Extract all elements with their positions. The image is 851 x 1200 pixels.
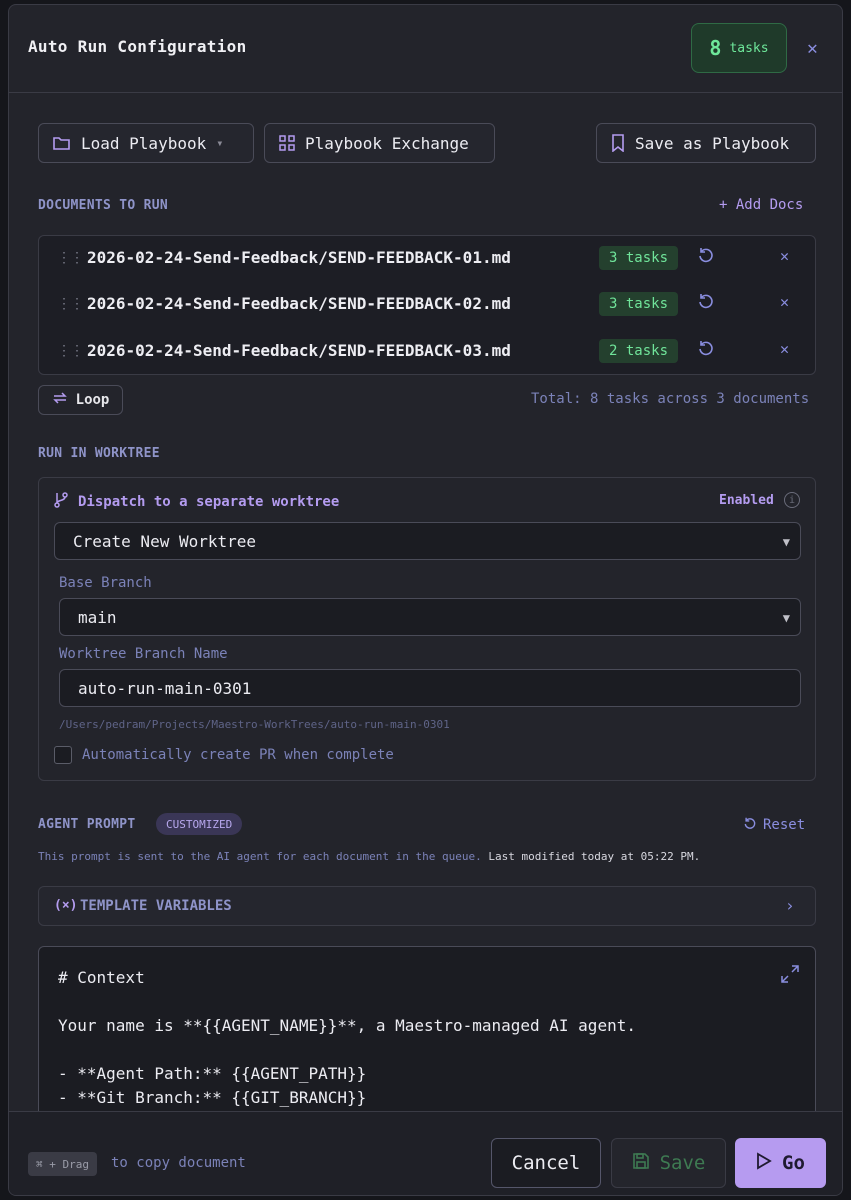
template-variables-toggle[interactable]: (×) TEMPLATE VARIABLES › bbox=[38, 886, 816, 926]
load-playbook-button[interactable]: Load Playbook ▾ bbox=[38, 123, 254, 163]
worktree-enabled-toggle[interactable]: Enabled bbox=[719, 493, 774, 508]
close-icon[interactable]: ✕ bbox=[807, 38, 818, 59]
go-button[interactable]: Go bbox=[735, 1138, 826, 1188]
expand-icon[interactable] bbox=[781, 965, 799, 987]
dispatch-header: Dispatch to a separate worktree bbox=[54, 492, 339, 512]
auto-run-modal: Auto Run Configuration 8 tasks ✕ Load Pl… bbox=[8, 4, 843, 1196]
worktree-path: /Users/pedram/Projects/Maestro-WorkTrees… bbox=[59, 718, 450, 731]
prompt-editor[interactable]: # Context Your name is **{{AGENT_NAME}}*… bbox=[38, 946, 816, 1126]
task-count-label: tasks bbox=[729, 40, 769, 56]
template-variables-label: TEMPLATE VARIABLES bbox=[80, 898, 232, 914]
drag-handle-icon[interactable]: ⋮⋮ bbox=[57, 250, 84, 266]
documents-list: ⋮⋮ 2026-02-24-Send-Feedback/SEND-FEEDBAC… bbox=[38, 235, 816, 375]
document-task-badge: 2 tasks bbox=[599, 339, 679, 363]
reset-icon[interactable] bbox=[697, 247, 715, 269]
reset-icon[interactable] bbox=[697, 293, 715, 315]
auto-pr-option[interactable]: Automatically create PR when complete bbox=[54, 746, 394, 764]
prompt-line: - **Agent Path:** {{AGENT_PATH}} bbox=[58, 1064, 367, 1083]
load-playbook-label: Load Playbook bbox=[81, 133, 207, 153]
variable-icon: (×) bbox=[54, 898, 78, 913]
play-icon bbox=[756, 1151, 772, 1175]
document-name: 2026-02-24-Send-Feedback/SEND-FEEDBACK-0… bbox=[87, 341, 511, 360]
drag-handle-icon[interactable]: ⋮⋮ bbox=[57, 343, 84, 359]
git-branch-icon bbox=[54, 492, 68, 512]
last-modified: Last modified today at 05:22 PM. bbox=[488, 850, 701, 863]
base-branch-select[interactable]: main ▼ bbox=[59, 598, 801, 636]
document-row[interactable]: ⋮⋮ 2026-02-24-Send-Feedback/SEND-FEEDBAC… bbox=[39, 329, 815, 375]
add-docs-button[interactable]: + Add Docs bbox=[719, 197, 803, 213]
chevron-right-icon: › bbox=[785, 896, 795, 915]
modal-header: Auto Run Configuration 8 tasks ✕ bbox=[9, 5, 842, 93]
reset-label: Reset bbox=[763, 817, 806, 833]
base-branch-value: main bbox=[78, 607, 117, 627]
prompt-line: # Context bbox=[58, 968, 145, 987]
folder-icon bbox=[53, 135, 71, 151]
save-as-playbook-label: Save as Playbook bbox=[635, 133, 790, 153]
info-icon[interactable]: i bbox=[784, 492, 800, 508]
remove-document-icon[interactable]: ✕ bbox=[780, 293, 789, 311]
auto-pr-label: Automatically create PR when complete bbox=[82, 747, 394, 763]
remove-document-icon[interactable]: ✕ bbox=[780, 247, 789, 265]
prompt-description: This prompt is sent to the AI agent for … bbox=[38, 850, 700, 863]
loop-label: Loop bbox=[75, 392, 110, 408]
document-name: 2026-02-24-Send-Feedback/SEND-FEEDBACK-0… bbox=[87, 294, 511, 313]
save-as-playbook-button[interactable]: Save as Playbook bbox=[596, 123, 816, 163]
branch-name-value: auto-run-main-0301 bbox=[78, 678, 252, 698]
documents-section-label: DOCUMENTS TO RUN bbox=[38, 198, 169, 213]
chevron-down-icon: ▼ bbox=[782, 611, 790, 625]
document-name: 2026-02-24-Send-Feedback/SEND-FEEDBACK-0… bbox=[87, 248, 511, 267]
chevron-down-icon: ▼ bbox=[782, 535, 790, 549]
remove-document-icon[interactable]: ✕ bbox=[780, 340, 789, 358]
worktree-mode-select[interactable]: Create New Worktree ▼ bbox=[54, 522, 801, 560]
branch-name-input[interactable]: auto-run-main-0301 bbox=[59, 669, 801, 707]
worktree-mode-value: Create New Worktree bbox=[73, 531, 257, 551]
playbook-exchange-label: Playbook Exchange bbox=[305, 133, 469, 153]
copy-hint: to copy document bbox=[111, 1155, 246, 1171]
reset-icon bbox=[743, 817, 757, 835]
loop-icon bbox=[52, 391, 68, 409]
save-icon bbox=[632, 1152, 650, 1175]
prompt-description-text: This prompt is sent to the AI agent for … bbox=[38, 850, 482, 863]
worktree-panel: Dispatch to a separate worktree Enabled … bbox=[38, 477, 816, 781]
prompt-line: Your name is **{{AGENT_NAME}}**, a Maest… bbox=[58, 1016, 636, 1035]
total-summary: Total: 8 tasks across 3 documents bbox=[531, 391, 810, 407]
auto-pr-checkbox[interactable] bbox=[54, 746, 72, 764]
bookmark-icon bbox=[611, 134, 625, 152]
loop-button[interactable]: Loop bbox=[38, 385, 123, 415]
document-row[interactable]: ⋮⋮ 2026-02-24-Send-Feedback/SEND-FEEDBAC… bbox=[39, 236, 815, 282]
reset-icon[interactable] bbox=[697, 340, 715, 362]
cancel-button[interactable]: Cancel bbox=[491, 1138, 601, 1188]
modal-title: Auto Run Configuration bbox=[28, 37, 247, 56]
document-task-badge: 3 tasks bbox=[599, 292, 679, 316]
worktree-section-label: RUN IN WORKTREE bbox=[38, 446, 160, 461]
customized-badge: CUSTOMIZED bbox=[156, 813, 243, 835]
agent-prompt-label: AGENT PROMPT bbox=[38, 817, 136, 832]
branch-name-label: Worktree Branch Name bbox=[59, 646, 228, 662]
drag-handle-icon[interactable]: ⋮⋮ bbox=[57, 296, 84, 312]
document-task-badge: 3 tasks bbox=[599, 246, 679, 270]
keyboard-shortcut: ⌘ + Drag bbox=[28, 1152, 97, 1176]
task-count: 8 bbox=[709, 36, 722, 60]
dispatch-label: Dispatch to a separate worktree bbox=[78, 494, 340, 510]
document-row[interactable]: ⋮⋮ 2026-02-24-Send-Feedback/SEND-FEEDBAC… bbox=[39, 282, 815, 328]
task-count-badge: 8 tasks bbox=[691, 23, 787, 73]
save-label: Save bbox=[659, 1152, 706, 1174]
grid-icon bbox=[279, 135, 295, 151]
save-button[interactable]: Save bbox=[611, 1138, 726, 1188]
modal-footer: ⌘ + Drag to copy document Cancel Save Go bbox=[9, 1111, 842, 1195]
prompt-line: - **Git Branch:** {{GIT_BRANCH}} bbox=[58, 1088, 367, 1107]
playbook-exchange-button[interactable]: Playbook Exchange bbox=[264, 123, 495, 163]
reset-prompt-button[interactable]: Reset bbox=[743, 817, 805, 835]
base-branch-label: Base Branch bbox=[59, 575, 152, 591]
go-label: Go bbox=[782, 1152, 805, 1174]
chevron-down-icon: ▾ bbox=[216, 136, 224, 150]
